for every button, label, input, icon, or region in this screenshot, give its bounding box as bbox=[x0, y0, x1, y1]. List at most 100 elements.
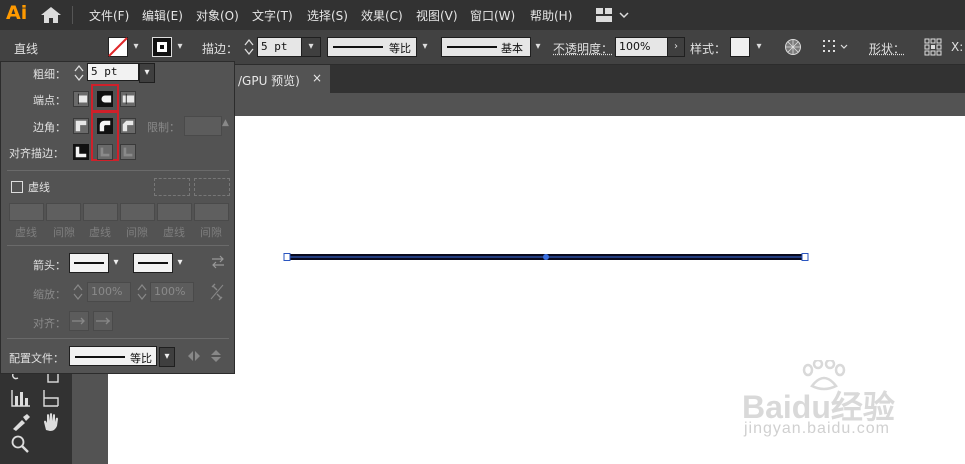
weight-dropdown-arrow[interactable]: ▾ bbox=[301, 37, 321, 57]
scale-start-value: 100% bbox=[91, 285, 123, 298]
divider bbox=[7, 245, 229, 246]
menu-separator bbox=[72, 6, 73, 24]
menu-file[interactable]: 文件(F) bbox=[89, 7, 129, 24]
dash-1-input bbox=[9, 203, 44, 221]
document-tab[interactable]: /GPU 预览) × bbox=[234, 65, 330, 93]
gap-2-label: 间隙 bbox=[126, 226, 148, 239]
weight-input[interactable]: 5 pt bbox=[87, 63, 139, 81]
profile-select-value: 等比 bbox=[130, 352, 152, 365]
document-tab-bar: /GPU 预览) × bbox=[234, 65, 965, 93]
preserve-dash-button[interactable] bbox=[154, 178, 190, 196]
weight-label: 粗细： bbox=[33, 68, 66, 81]
workspace-switcher-icon[interactable] bbox=[596, 7, 630, 23]
align-outside-button[interactable] bbox=[120, 144, 136, 160]
opacity-value: 100% bbox=[619, 40, 651, 53]
start-arrowhead-select[interactable] bbox=[69, 253, 109, 273]
menu-select[interactable]: 选择(S) bbox=[307, 7, 348, 24]
chevron-down-icon[interactable]: ▾ bbox=[418, 36, 432, 58]
round-join-button[interactable] bbox=[97, 118, 113, 134]
control-bar: 直线 ▾ ▾ 描边： 5 pt ▾ 等比 ▾ 基本 ▾ 不透明度： 100% ›… bbox=[0, 30, 965, 65]
dashed-line-checkbox[interactable] bbox=[11, 181, 23, 193]
variable-width-profile[interactable]: 等比 bbox=[327, 37, 417, 57]
opacity-label[interactable]: 不透明度： bbox=[553, 40, 613, 57]
dash-3-label: 虚线 bbox=[163, 226, 185, 239]
home-icon[interactable] bbox=[40, 6, 62, 24]
graphic-style-swatch[interactable] bbox=[730, 37, 750, 57]
dash-2-input bbox=[83, 203, 118, 221]
slice-tool-icon[interactable] bbox=[40, 388, 62, 408]
gap-1-label: 间隙 bbox=[53, 226, 75, 239]
brush-value: 基本 bbox=[501, 42, 523, 55]
align-dash-button[interactable] bbox=[194, 178, 230, 196]
app-logo: Ai bbox=[6, 2, 28, 24]
projecting-cap-button[interactable] bbox=[120, 91, 136, 107]
gap-3-label: 间隙 bbox=[200, 226, 222, 239]
scale-start-spinner-icon bbox=[73, 284, 83, 300]
spinner-icon[interactable] bbox=[244, 38, 254, 56]
profile-value: 等比 bbox=[389, 42, 411, 55]
menu-window[interactable]: 窗口(W) bbox=[470, 7, 515, 24]
divider bbox=[7, 170, 229, 171]
swap-arrowheads-icon[interactable] bbox=[210, 255, 226, 269]
zoom-tool-icon[interactable] bbox=[10, 434, 32, 454]
align-center-button[interactable] bbox=[73, 144, 89, 160]
object-type-label: 直线 bbox=[14, 42, 39, 56]
fill-none-swatch[interactable] bbox=[108, 37, 128, 57]
profile-select[interactable]: 等比 bbox=[69, 346, 157, 366]
align-inside-button[interactable] bbox=[97, 144, 113, 160]
document-tab-title: /GPU 预览) bbox=[238, 74, 300, 88]
recolor-artwork-icon[interactable] bbox=[784, 38, 802, 56]
chevron-down-icon[interactable]: ▾ bbox=[129, 36, 143, 58]
miter-join-button[interactable] bbox=[73, 118, 89, 134]
end-arrowhead-preview bbox=[138, 262, 168, 264]
chevron-down-icon[interactable]: ▾ bbox=[173, 36, 187, 58]
menu-help[interactable]: 帮助(H) bbox=[530, 7, 572, 24]
selected-line-path[interactable] bbox=[278, 248, 814, 266]
align-grid-icon[interactable] bbox=[822, 39, 850, 55]
dash-3-input bbox=[157, 203, 192, 221]
brush-definition[interactable]: 基本 bbox=[441, 37, 531, 57]
menu-object[interactable]: 对象(O) bbox=[196, 7, 239, 24]
menu-type[interactable]: 文字(T) bbox=[252, 7, 293, 24]
place-arrow-button bbox=[93, 311, 113, 331]
start-arrowhead-preview bbox=[74, 262, 104, 264]
end-arrowhead-select[interactable] bbox=[133, 253, 173, 273]
scale-end-value: 100% bbox=[154, 285, 186, 298]
round-cap-button[interactable] bbox=[97, 91, 113, 107]
stroke-swatch[interactable] bbox=[152, 37, 172, 57]
chevron-down-icon[interactable]: ▾ bbox=[173, 254, 187, 272]
chevron-down-icon[interactable]: ▾ bbox=[159, 347, 175, 367]
flip-vertical-icon bbox=[211, 350, 221, 362]
chevron-right-icon[interactable]: › bbox=[667, 37, 685, 57]
gap-1-input bbox=[46, 203, 81, 221]
bevel-join-button[interactable] bbox=[120, 118, 136, 134]
hand-tool-icon[interactable] bbox=[40, 412, 62, 432]
column-graph-icon[interactable] bbox=[10, 388, 32, 408]
transform-reference-icon[interactable] bbox=[924, 38, 942, 56]
scale-end-input: 100% bbox=[150, 282, 194, 302]
eyedropper-icon[interactable] bbox=[10, 412, 32, 432]
menu-edit[interactable]: 编辑(E) bbox=[142, 7, 183, 24]
dash-2-label: 虚线 bbox=[89, 226, 111, 239]
dashed-line-label: 虚线 bbox=[28, 181, 50, 194]
chevron-down-icon[interactable]: ▾ bbox=[139, 63, 155, 83]
profile-line-preview bbox=[75, 356, 125, 358]
scale-label: 缩放： bbox=[33, 288, 66, 301]
butt-cap-button[interactable] bbox=[73, 91, 89, 107]
close-icon[interactable]: × bbox=[312, 71, 322, 85]
shape-label[interactable]: 形状： bbox=[869, 40, 905, 57]
limit-label: 限制： bbox=[147, 121, 180, 134]
scale-end-spinner-icon bbox=[137, 284, 147, 300]
chevron-down-icon[interactable]: ▾ bbox=[531, 36, 545, 58]
menu-view[interactable]: 视图(V) bbox=[416, 7, 458, 24]
menu-effect[interactable]: 效果(C) bbox=[361, 7, 403, 24]
weight-spinner-icon[interactable] bbox=[74, 64, 84, 82]
flip-horizontal-icon bbox=[188, 351, 200, 361]
limit-spinner-icon: ▲ bbox=[222, 118, 229, 128]
opacity-input[interactable]: 100% bbox=[615, 37, 669, 57]
chevron-down-icon[interactable]: ▾ bbox=[752, 36, 766, 58]
gap-2-input bbox=[120, 203, 155, 221]
stroke-weight-input[interactable]: 5 pt bbox=[257, 37, 303, 57]
x-coordinate-label: X: bbox=[951, 40, 964, 54]
chevron-down-icon[interactable]: ▾ bbox=[109, 254, 123, 272]
